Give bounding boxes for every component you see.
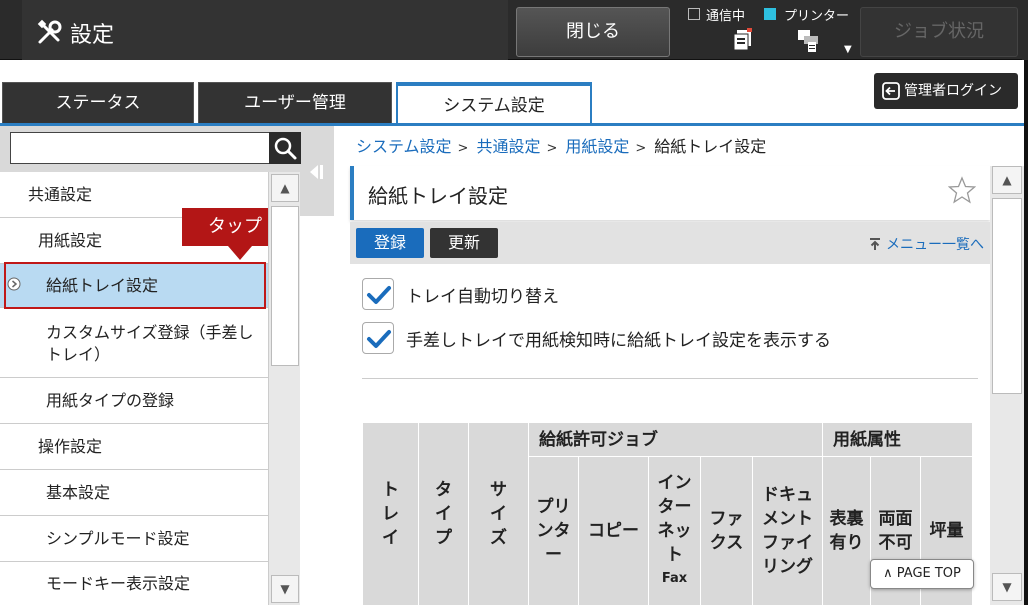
column-header-type: タイプ bbox=[418, 422, 469, 605]
column-header-fax: ファクス bbox=[700, 456, 753, 605]
print-job-icon bbox=[798, 30, 818, 52]
menu-item-label: 基本設定 bbox=[46, 482, 111, 502]
status-indicators[interactable]: 通信中 プリンター ▼ bbox=[684, 2, 856, 58]
chevron-down-icon[interactable]: ▼ bbox=[844, 44, 852, 55]
admin-login-button[interactable]: 管理者ログイン bbox=[874, 73, 1018, 109]
show-tray-settings-label: 手差しトレイで用紙検知時に給紙トレイ設定を表示する bbox=[406, 330, 831, 351]
menu-item-label: 共通設定 bbox=[28, 184, 93, 204]
checkmark-icon bbox=[367, 330, 391, 348]
menu-item-custom-size[interactable]: カスタムサイズ登録（手差しトレイ） bbox=[0, 310, 268, 378]
menu-item-label: 用紙タイプの登録 bbox=[46, 390, 175, 410]
tab-bar: ステータス ユーザー管理 システム設定 管理者ログイン bbox=[0, 60, 1028, 126]
column-header-printer: プリンター bbox=[528, 456, 579, 605]
breadcrumb-common-settings[interactable]: 共通設定 bbox=[476, 137, 540, 156]
sidebar-gutter bbox=[300, 216, 334, 605]
show-tray-settings-checkbox[interactable] bbox=[362, 322, 394, 354]
admin-login-label: 管理者ログイン bbox=[904, 83, 1002, 99]
section-divider bbox=[362, 378, 978, 379]
scrollbar-thumb[interactable] bbox=[271, 206, 299, 366]
printer-status-label: プリンター bbox=[784, 9, 850, 24]
window-frame-right bbox=[1024, 60, 1028, 605]
page-title: 給紙トレイ設定 bbox=[368, 184, 508, 208]
breadcrumb-separator: > bbox=[635, 141, 647, 156]
selected-item-highlight bbox=[4, 262, 266, 309]
breadcrumb-separator: > bbox=[457, 141, 469, 156]
column-header-internet-fax: インターネット Fax bbox=[648, 456, 701, 605]
menu-item-mode-key-display[interactable]: モードキー表示設定 bbox=[0, 562, 268, 605]
menu-item-basic-settings[interactable]: 基本設定 bbox=[0, 470, 268, 516]
menu-item-simple-mode[interactable]: シンプルモード設定 bbox=[0, 516, 268, 562]
menu-item-label: 用紙設定 bbox=[38, 230, 103, 250]
search-icon bbox=[274, 137, 297, 160]
chevron-up-icon: ∧ bbox=[883, 566, 893, 581]
search-button[interactable] bbox=[269, 132, 301, 164]
action-bar: 登録 更新 メニュー一覧へ bbox=[350, 222, 990, 264]
tab-status[interactable]: ステータス bbox=[2, 82, 194, 124]
app-title: 設定 bbox=[70, 23, 115, 48]
top-bar: 設定 閉じる 通信中 プリンター ▼ ジョブ状況 bbox=[0, 0, 1028, 60]
breadcrumb: システム設定 > 共通設定 > 用紙設定 > 給紙トレイ設定 bbox=[356, 133, 766, 157]
callout-pointer bbox=[228, 246, 252, 260]
page-top-label: PAGE TOP bbox=[896, 566, 961, 581]
scroll-down-icon[interactable]: ▼ bbox=[992, 573, 1022, 601]
page-top-button[interactable]: ∧ PAGE TOP bbox=[870, 559, 974, 589]
column-header-size: サイズ bbox=[468, 422, 529, 605]
document-queue-icon bbox=[733, 28, 752, 51]
auto-tray-switch-label: トレイ自動切り替え bbox=[406, 286, 559, 307]
column-header-tray: トレイ bbox=[362, 422, 419, 605]
back-to-menu-icon bbox=[870, 238, 880, 250]
breadcrumb-system-settings[interactable]: システム設定 bbox=[356, 137, 452, 156]
menu-item-label: カスタムサイズ登録（手差しトレイ） bbox=[46, 322, 254, 364]
show-tray-settings-option[interactable]: 手差しトレイで用紙検知時に給紙トレイ設定を表示する bbox=[362, 322, 831, 354]
title-area: 設定 bbox=[22, 0, 508, 60]
tab-user-management[interactable]: ユーザー管理 bbox=[198, 82, 392, 124]
menu-list-link[interactable]: メニュー一覧へ bbox=[868, 234, 984, 254]
frame-edge bbox=[1022, 0, 1028, 60]
menu-item-label: 操作設定 bbox=[38, 436, 103, 456]
scroll-down-icon[interactable]: ▼ bbox=[271, 575, 299, 603]
search-input[interactable] bbox=[10, 132, 270, 164]
menu-list-link-label: メニュー一覧へ bbox=[886, 237, 984, 253]
tab-system-settings[interactable]: システム設定 bbox=[396, 82, 592, 126]
sidebar-scrollbar[interactable]: ▲ ▼ bbox=[268, 172, 300, 605]
column-group-allowed-jobs: 給紙許可ジョブ bbox=[528, 422, 823, 457]
auto-tray-switch-option[interactable]: トレイ自動切り替え bbox=[362, 278, 559, 310]
column-group-paper-attributes: 用紙属性 bbox=[822, 422, 973, 457]
sidebar: 共通設定 用紙設定 給紙トレイ設定 カスタムサイズ登録（手差しトレイ） 用紙タイ… bbox=[0, 126, 334, 605]
tools-icon bbox=[37, 19, 62, 44]
menu-item-paper-type[interactable]: 用紙タイプの登録 bbox=[0, 378, 268, 424]
scroll-up-icon[interactable]: ▲ bbox=[271, 174, 299, 202]
comm-status-box bbox=[688, 8, 700, 20]
checkmark-icon bbox=[367, 286, 391, 304]
column-header-duplex-ok: 表裏有り bbox=[822, 456, 871, 605]
comm-status-label: 通信中 bbox=[706, 9, 746, 24]
star-icon[interactable] bbox=[948, 176, 976, 204]
main-scrollbar[interactable]: ▲ ▼ bbox=[990, 166, 1024, 605]
breadcrumb-current: 給紙トレイ設定 bbox=[654, 137, 767, 156]
printer-status-box bbox=[764, 8, 776, 20]
menu-item-operation-settings[interactable]: 操作設定 bbox=[0, 424, 268, 470]
login-icon bbox=[882, 82, 900, 100]
close-button[interactable]: 閉じる bbox=[516, 7, 670, 57]
menu-item-label: シンプルモード設定 bbox=[46, 528, 190, 548]
update-button[interactable]: 更新 bbox=[430, 228, 498, 258]
page-header: 給紙トレイ設定 bbox=[350, 166, 990, 220]
breadcrumb-separator: > bbox=[546, 141, 558, 156]
scrollbar-thumb[interactable] bbox=[992, 198, 1022, 394]
auto-tray-switch-checkbox[interactable] bbox=[362, 278, 394, 310]
job-status-button[interactable]: ジョブ状況 bbox=[860, 7, 1018, 57]
breadcrumb-paper-settings[interactable]: 用紙設定 bbox=[565, 137, 629, 156]
menu-item-label: モードキー表示設定 bbox=[46, 573, 191, 593]
register-button[interactable]: 登録 bbox=[356, 228, 424, 258]
column-header-document-filing: ドキュメントファイリング bbox=[752, 456, 823, 605]
column-header-copy: コピー bbox=[578, 456, 649, 605]
scroll-up-icon[interactable]: ▲ bbox=[992, 166, 1022, 194]
collapse-sidebar-icon[interactable] bbox=[306, 162, 326, 182]
